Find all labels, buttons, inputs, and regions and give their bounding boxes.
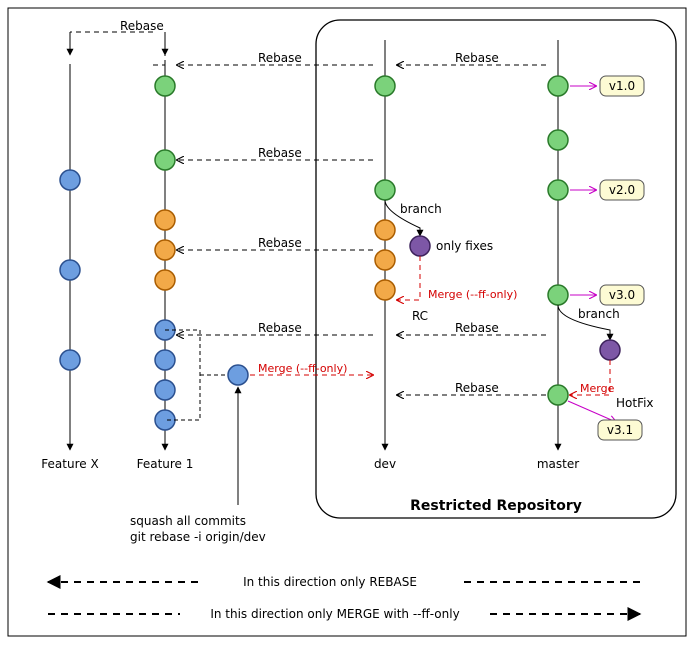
commit-green [155,150,175,170]
commit-green [375,76,395,96]
merge-label: Merge [580,382,615,395]
lane-master: master [537,457,579,471]
tag-label: v3.0 [609,288,635,302]
git-flow-diagram: Restricted Repository Feature X Feature … [0,0,694,644]
commit-green [155,76,175,96]
branch-label: branch [578,307,620,321]
commit-blue [60,170,80,190]
legend-rebase: In this direction only REBASE [243,575,417,589]
commit-blue [228,365,248,385]
merge-ff-label: Merge (--ff-only) [428,288,517,301]
svg-text:Rebase: Rebase [258,321,302,335]
svg-text:Rebase: Rebase [258,51,302,65]
commit-orange [375,220,395,240]
commit-purple [410,236,430,256]
only-fixes-label: only fixes [436,239,493,253]
rc-label: RC [412,309,428,323]
commit-green [548,385,568,405]
commit-green [548,130,568,150]
hotfix-label: HotFix [616,396,654,410]
tag-label: v3.1 [607,423,633,437]
lane-dev: dev [374,457,396,471]
commit-blue [60,350,80,370]
commit-green [375,180,395,200]
commit-orange [155,210,175,230]
lane-feature1: Feature 1 [137,457,194,471]
commit-orange [155,270,175,290]
svg-text:Rebase: Rebase [258,146,302,160]
svg-text:Rebase: Rebase [455,51,499,65]
merge-ff-label: Merge (--ff-only) [258,362,347,375]
squash-note-2: git rebase -i origin/dev [130,530,266,544]
commit-green [548,285,568,305]
restricted-label: Restricted Repository [410,498,582,514]
commit-orange [375,280,395,300]
commit-blue [155,380,175,400]
tag-label: v2.0 [609,183,635,197]
commit-purple [600,340,620,360]
commit-orange [155,240,175,260]
commit-blue [155,350,175,370]
outer-border [8,8,686,636]
svg-text:Rebase: Rebase [455,321,499,335]
squash-note-1: squash all commits [130,514,246,528]
svg-text:Rebase: Rebase [120,19,164,33]
branch-label: branch [400,202,442,216]
svg-text:Rebase: Rebase [258,236,302,250]
svg-text:Rebase: Rebase [455,381,499,395]
commit-green [548,76,568,96]
commit-orange [375,250,395,270]
commit-blue [60,260,80,280]
commit-green [548,180,568,200]
tag-label: v1.0 [609,79,635,93]
commit-blue [155,410,175,430]
lane-featurex: Feature X [41,457,98,471]
legend-merge: In this direction only MERGE with --ff-o… [210,607,459,621]
